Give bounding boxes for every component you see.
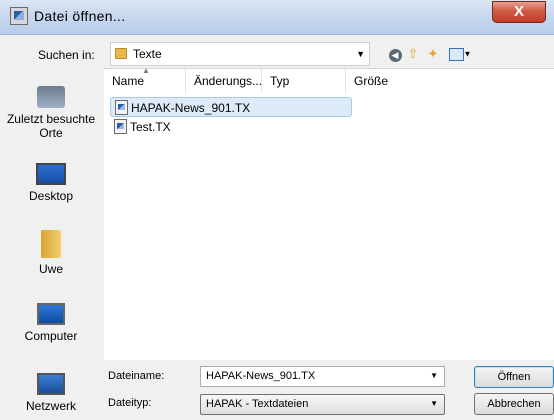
filename-input[interactable]: HAPAK-News_901.TX ▼: [200, 366, 445, 387]
close-icon: X: [513, 3, 524, 20]
place-recent[interactable]: Zuletzt besuchte Orte: [0, 86, 102, 140]
open-button[interactable]: Öffnen: [474, 366, 554, 388]
place-desktop[interactable]: Desktop: [0, 163, 102, 203]
chevron-down-icon: ▼: [430, 399, 438, 408]
place-network[interactable]: Netzwerk: [0, 373, 102, 413]
filename-value: HAPAK-News_901.TX: [206, 370, 316, 382]
up-folder-button[interactable]: ⇧: [404, 45, 422, 63]
filetype-label: Dateityp:: [108, 397, 152, 409]
sort-ascending-icon: ▲: [142, 66, 150, 75]
place-label: Netzwerk: [25, 399, 76, 413]
place-label: Uwe: [38, 262, 63, 276]
column-label: Name: [112, 74, 145, 88]
text-file-icon: [115, 100, 128, 115]
column-label: Änderungs...: [194, 74, 263, 88]
network-icon: [37, 373, 65, 395]
column-header-modified[interactable]: Änderungs...: [186, 69, 262, 93]
view-menu-icon: [448, 48, 464, 62]
back-button[interactable]: ◀: [386, 45, 404, 63]
user-folder-icon: [41, 230, 61, 258]
places-bar: Zuletzt besuchte Orte Desktop Uwe Comput…: [0, 68, 102, 420]
lookin-value: Texte: [133, 47, 162, 61]
chevron-down-icon: ▼: [463, 49, 472, 59]
text-file-icon: [114, 119, 127, 134]
desktop-icon: [36, 163, 66, 185]
folder-icon: [115, 48, 127, 59]
place-user[interactable]: Uwe: [0, 230, 102, 276]
up-folder-icon: ⇧: [407, 46, 419, 61]
column-header-type[interactable]: Typ: [262, 69, 346, 93]
new-folder-button[interactable]: ✦: [424, 45, 442, 63]
filename-label: Dateiname:: [108, 370, 165, 382]
chevron-down-icon[interactable]: ▼: [430, 371, 438, 380]
app-icon: [10, 7, 28, 25]
lookin-dropdown[interactable]: Texte ▼: [110, 42, 370, 66]
back-icon: ◀: [388, 49, 402, 62]
file-row[interactable]: Test.TX: [110, 117, 190, 137]
recent-places-icon: [37, 86, 65, 108]
file-name: HAPAK-News_901.TX: [131, 101, 251, 115]
file-name: Test.TX: [130, 120, 171, 134]
column-header-name[interactable]: ▲ Name: [104, 66, 186, 93]
title-bar: Datei öffnen... X: [0, 0, 554, 35]
filetype-select[interactable]: HAPAK - Textdateien ▼: [200, 394, 445, 415]
file-list[interactable]: ▲ Name Änderungs... Typ Größe HAPAK-News…: [104, 66, 554, 360]
computer-icon: [37, 303, 65, 325]
chevron-down-icon: ▼: [356, 49, 365, 59]
view-menu-button[interactable]: ▼: [446, 45, 474, 63]
close-button[interactable]: X: [492, 1, 546, 23]
place-label: Desktop: [28, 189, 74, 203]
place-computer[interactable]: Computer: [0, 303, 102, 343]
lookin-label: Suchen in:: [38, 48, 95, 62]
column-header-size[interactable]: Größe: [346, 69, 416, 93]
column-label: Typ: [270, 74, 290, 88]
place-label: Computer: [24, 329, 78, 343]
column-label: Größe: [354, 74, 389, 88]
place-label: Zuletzt besuchte Orte: [6, 112, 96, 140]
file-row[interactable]: HAPAK-News_901.TX: [110, 97, 352, 117]
new-folder-icon: ✦: [427, 46, 439, 61]
window-title: Datei öffnen...: [34, 8, 126, 24]
cancel-button[interactable]: Abbrechen: [474, 393, 554, 415]
filetype-value: HAPAK - Textdateien: [206, 398, 309, 410]
